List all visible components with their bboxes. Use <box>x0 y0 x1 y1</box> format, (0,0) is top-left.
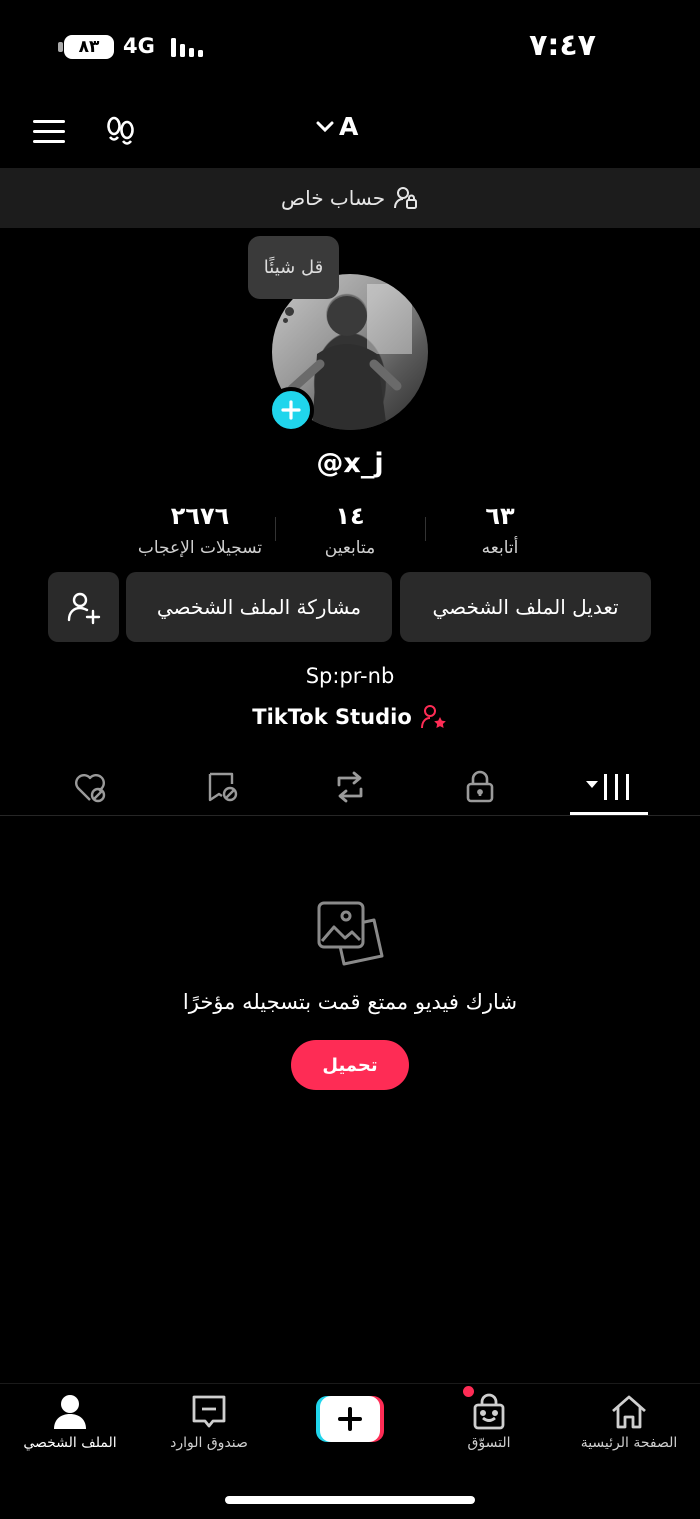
home-indicator[interactable] <box>225 1496 475 1504</box>
stat-likes[interactable]: ٢٦٧٦ تسجيلات الإعجاب <box>115 502 285 558</box>
heart-hidden-icon <box>73 770 109 804</box>
signal-icon <box>170 36 206 58</box>
nav-home[interactable]: الصفحة الرئيسية <box>559 1393 699 1451</box>
battery-level: ٨٣ <box>78 37 100 57</box>
add-friends-button[interactable] <box>48 572 119 642</box>
followers-count: ١٤ <box>335 502 365 530</box>
nav-home-label: الصفحة الرئيسية <box>580 1435 678 1451</box>
inbox-icon <box>189 1393 229 1431</box>
nav-shop[interactable]: التسوّق <box>419 1393 559 1451</box>
account-switcher[interactable]: A <box>315 112 358 141</box>
tab-private[interactable] <box>430 760 530 814</box>
chevron-down-icon <box>315 120 335 134</box>
edit-profile-button[interactable]: تعديل الملف الشخصي <box>400 572 651 642</box>
account-name: A <box>339 112 359 141</box>
add-user-icon <box>66 589 102 625</box>
stat-following[interactable]: ٦٣ أتابعه <box>415 502 585 558</box>
home-icon <box>609 1393 649 1431</box>
upload-button-label: تحميل <box>322 1054 378 1076</box>
upload-button[interactable]: تحميل <box>291 1040 409 1090</box>
following-label: أتابعه <box>481 538 519 558</box>
private-account-label: حساب خاص <box>280 186 386 210</box>
stat-followers[interactable]: ١٤ متابعين <box>265 502 435 558</box>
plus-icon <box>281 400 301 420</box>
bookmark-hidden-icon <box>205 770 241 804</box>
user-lock-icon <box>393 185 419 211</box>
create-button[interactable] <box>316 1396 384 1442</box>
nav-profile-label: الملف الشخصي <box>23 1435 117 1451</box>
person-icon <box>50 1393 90 1431</box>
shopping-bag-icon <box>469 1393 509 1431</box>
profile-handle: @x_j <box>316 448 384 479</box>
note-bubble[interactable]: قل شيئًا <box>248 236 339 299</box>
edit-profile-label: تعديل الملف الشخصي <box>432 595 619 619</box>
tab-liked[interactable] <box>41 760 141 814</box>
tab-reposts[interactable] <box>300 760 400 814</box>
following-count: ٦٣ <box>485 502 515 530</box>
tiktok-studio-label: TikTok Studio <box>252 705 412 729</box>
likes-label: تسجيلات الإعجاب <box>137 538 263 558</box>
share-profile-button[interactable]: مشاركة الملف الشخصي <box>126 572 392 642</box>
tiktok-studio-link[interactable]: TikTok Studio <box>0 704 700 730</box>
empty-state-message: شارك فيديو ممتع قمت بتسجيله مؤخرًا <box>182 990 518 1014</box>
user-star-icon <box>420 704 448 730</box>
repost-icon <box>331 769 369 805</box>
tab-videos[interactable] <box>559 760 659 814</box>
profile-bio: Sp:pr-nb <box>305 664 395 688</box>
add-avatar-button[interactable] <box>268 387 314 433</box>
shop-notification-dot <box>463 1386 474 1397</box>
nav-inbox-label: صندوق الوارد <box>170 1435 248 1451</box>
photos-icon <box>314 898 388 972</box>
nav-inbox[interactable]: صندوق الوارد <box>139 1393 279 1451</box>
tabs-divider <box>0 815 700 816</box>
network-type: 4G <box>123 34 155 58</box>
menu-icon[interactable] <box>32 118 66 146</box>
battery-indicator: ٨٣ <box>64 35 114 59</box>
followers-label: متابعين <box>324 538 376 558</box>
private-account-banner[interactable]: حساب خاص <box>0 168 700 228</box>
note-bubble-tail-small <box>283 318 288 323</box>
tab-favorites[interactable] <box>173 760 273 814</box>
grid-dropdown-icon <box>584 771 634 803</box>
share-profile-label: مشاركة الملف الشخصي <box>156 595 362 619</box>
battery-nub <box>58 42 63 52</box>
nav-shop-label: التسوّق <box>467 1435 511 1451</box>
note-bubble-text: قل شيئًا <box>263 257 324 278</box>
footprints-icon[interactable] <box>104 115 138 149</box>
status-time: ٧:٤٧ <box>529 28 596 63</box>
likes-count: ٢٦٧٦ <box>170 502 230 530</box>
lock-icon <box>465 770 495 804</box>
note-bubble-tail <box>285 307 294 316</box>
nav-profile[interactable]: الملف الشخصي <box>0 1393 140 1451</box>
